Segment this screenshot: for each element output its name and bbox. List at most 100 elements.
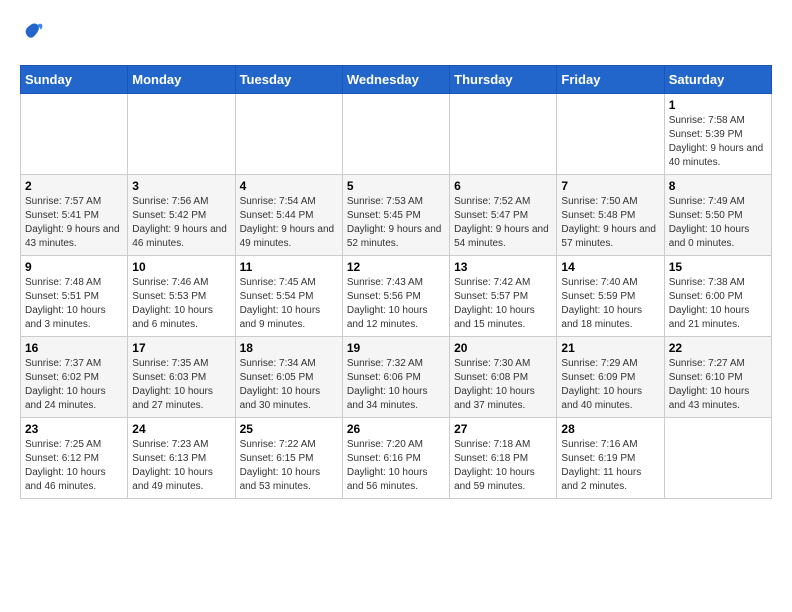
calendar-cell — [342, 94, 449, 175]
calendar-cell: 22 Sunrise: 7:27 AM Sunset: 6:10 PM Dayli… — [664, 337, 771, 418]
day-info: Sunrise: 7:38 AM Sunset: 6:00 PM Dayligh… — [669, 276, 767, 332]
calendar-cell: 14 Sunrise: 7:40 AM Sunset: 5:59 PM Dayli… — [557, 256, 664, 337]
day-number: 25 — [240, 422, 338, 436]
calendar-cell: 19 Sunrise: 7:32 AM Sunset: 6:06 PM Dayli… — [342, 337, 449, 418]
day-number: 9 — [25, 260, 123, 274]
weekday-header: Saturday — [664, 66, 771, 94]
day-number: 1 — [669, 98, 767, 112]
day-info: Sunrise: 7:49 AM Sunset: 5:50 PM Dayligh… — [669, 195, 767, 251]
day-info: Sunrise: 7:27 AM Sunset: 6:10 PM Dayligh… — [669, 357, 767, 413]
day-number: 3 — [132, 179, 230, 193]
day-info: Sunrise: 7:35 AM Sunset: 6:03 PM Dayligh… — [132, 357, 230, 413]
calendar-cell: 20Sunrise: 7:30 AM Sunset: 6:08 PM Dayli… — [450, 337, 557, 418]
weekday-header: Wednesday — [342, 66, 449, 94]
day-number: 10 — [132, 260, 230, 274]
calendar-cell: 26 Sunrise: 7:20 AM Sunset: 6:16 PM Dayli… — [342, 418, 449, 499]
day-info: Sunrise: 7:20 AM Sunset: 6:16 PM Dayligh… — [347, 438, 445, 494]
day-info: Sunrise: 7:54 AM Sunset: 5:44 PM Dayligh… — [240, 195, 338, 251]
day-info: Sunrise: 7:56 AM Sunset: 5:42 PM Dayligh… — [132, 195, 230, 251]
calendar-cell: 5 Sunrise: 7:53 AM Sunset: 5:45 PM Daylig… — [342, 175, 449, 256]
calendar-cell — [557, 94, 664, 175]
day-info: Sunrise: 7:30 AM Sunset: 6:08 PM Dayligh… — [454, 357, 552, 413]
calendar-cell — [450, 94, 557, 175]
day-info: Sunrise: 7:57 AM Sunset: 5:41 PM Dayligh… — [25, 195, 123, 251]
day-number: 21 — [561, 341, 659, 355]
day-info: Sunrise: 7:50 AM Sunset: 5:48 PM Dayligh… — [561, 195, 659, 251]
day-info: Sunrise: 7:32 AM Sunset: 6:06 PM Dayligh… — [347, 357, 445, 413]
day-info: Sunrise: 7:45 AM Sunset: 5:54 PM Dayligh… — [240, 276, 338, 332]
day-info: Sunrise: 7:53 AM Sunset: 5:45 PM Dayligh… — [347, 195, 445, 251]
day-number: 17 — [132, 341, 230, 355]
calendar-cell — [235, 94, 342, 175]
logo-icon — [20, 20, 44, 44]
calendar-header-row: SundayMondayTuesdayWednesdayThursdayFrid… — [21, 66, 772, 94]
day-number: 15 — [669, 260, 767, 274]
calendar-cell: 4 Sunrise: 7:54 AM Sunset: 5:44 PM Daylig… — [235, 175, 342, 256]
calendar-cell: 15 Sunrise: 7:38 AM Sunset: 6:00 PM Dayli… — [664, 256, 771, 337]
weekday-header: Sunday — [21, 66, 128, 94]
calendar-cell: 25Sunrise: 7:22 AM Sunset: 6:15 PM Dayli… — [235, 418, 342, 499]
day-info: Sunrise: 7:43 AM Sunset: 5:56 PM Dayligh… — [347, 276, 445, 332]
day-info: Sunrise: 7:29 AM Sunset: 6:09 PM Dayligh… — [561, 357, 659, 413]
day-number: 7 — [561, 179, 659, 193]
day-info: Sunrise: 7:25 AM Sunset: 6:12 PM Dayligh… — [25, 438, 123, 494]
logo — [20, 20, 48, 49]
calendar-cell: 17 Sunrise: 7:35 AM Sunset: 6:03 PM Dayli… — [128, 337, 235, 418]
day-number: 16 — [25, 341, 123, 355]
day-info: Sunrise: 7:18 AM Sunset: 6:18 PM Dayligh… — [454, 438, 552, 494]
weekday-header: Monday — [128, 66, 235, 94]
day-info: Sunrise: 7:42 AM Sunset: 5:57 PM Dayligh… — [454, 276, 552, 332]
day-info: Sunrise: 7:34 AM Sunset: 6:05 PM Dayligh… — [240, 357, 338, 413]
day-info: Sunrise: 7:58 AM Sunset: 5:39 PM Dayligh… — [669, 114, 767, 170]
day-info: Sunrise: 7:23 AM Sunset: 6:13 PM Dayligh… — [132, 438, 230, 494]
day-number: 27 — [454, 422, 552, 436]
day-info: Sunrise: 7:52 AM Sunset: 5:47 PM Dayligh… — [454, 195, 552, 251]
calendar-week-row: 2Sunrise: 7:57 AM Sunset: 5:41 PM Daylig… — [21, 175, 772, 256]
day-info: Sunrise: 7:37 AM Sunset: 6:02 PM Dayligh… — [25, 357, 123, 413]
calendar-cell: 24 Sunrise: 7:23 AM Sunset: 6:13 PM Dayli… — [128, 418, 235, 499]
day-info: Sunrise: 7:46 AM Sunset: 5:53 PM Dayligh… — [132, 276, 230, 332]
day-info: Sunrise: 7:16 AM Sunset: 6:19 PM Dayligh… — [561, 438, 659, 494]
day-number: 24 — [132, 422, 230, 436]
calendar-week-row: 23 Sunrise: 7:25 AM Sunset: 6:12 PM Dayli… — [21, 418, 772, 499]
day-number: 5 — [347, 179, 445, 193]
day-number: 6 — [454, 179, 552, 193]
day-number: 22 — [669, 341, 767, 355]
calendar-cell — [128, 94, 235, 175]
weekday-header: Tuesday — [235, 66, 342, 94]
calendar-cell: 2Sunrise: 7:57 AM Sunset: 5:41 PM Daylig… — [21, 175, 128, 256]
day-number: 4 — [240, 179, 338, 193]
day-number: 11 — [240, 260, 338, 274]
calendar-cell: 9 Sunrise: 7:48 AM Sunset: 5:51 PM Daylig… — [21, 256, 128, 337]
day-number: 19 — [347, 341, 445, 355]
weekday-header: Thursday — [450, 66, 557, 94]
day-number: 8 — [669, 179, 767, 193]
calendar-cell: 8 Sunrise: 7:49 AM Sunset: 5:50 PM Daylig… — [664, 175, 771, 256]
calendar-cell: 13 Sunrise: 7:42 AM Sunset: 5:57 PM Dayli… — [450, 256, 557, 337]
calendar-cell: 10 Sunrise: 7:46 AM Sunset: 5:53 PM Dayli… — [128, 256, 235, 337]
day-info: Sunrise: 7:48 AM Sunset: 5:51 PM Dayligh… — [25, 276, 123, 332]
day-number: 12 — [347, 260, 445, 274]
calendar-cell: 1 Sunrise: 7:58 AM Sunset: 5:39 PM Daylig… — [664, 94, 771, 175]
calendar-cell: 12 Sunrise: 7:43 AM Sunset: 5:56 PM Dayli… — [342, 256, 449, 337]
day-number: 26 — [347, 422, 445, 436]
calendar-cell: 28 Sunrise: 7:16 AM Sunset: 6:19 PM Dayli… — [557, 418, 664, 499]
day-number: 18 — [240, 341, 338, 355]
calendar-cell: 27 Sunrise: 7:18 AM Sunset: 6:18 PM Dayli… — [450, 418, 557, 499]
calendar-cell: 3 Sunrise: 7:56 AM Sunset: 5:42 PM Daylig… — [128, 175, 235, 256]
calendar-table: SundayMondayTuesdayWednesdayThursdayFrid… — [20, 65, 772, 499]
day-number: 23 — [25, 422, 123, 436]
weekday-header: Friday — [557, 66, 664, 94]
calendar-cell: 7 Sunrise: 7:50 AM Sunset: 5:48 PM Daylig… — [557, 175, 664, 256]
calendar-cell: 23 Sunrise: 7:25 AM Sunset: 6:12 PM Dayli… — [21, 418, 128, 499]
calendar-week-row: 16 Sunrise: 7:37 AM Sunset: 6:02 PM Dayli… — [21, 337, 772, 418]
calendar-cell: 6 Sunrise: 7:52 AM Sunset: 5:47 PM Daylig… — [450, 175, 557, 256]
day-number: 28 — [561, 422, 659, 436]
day-info: Sunrise: 7:40 AM Sunset: 5:59 PM Dayligh… — [561, 276, 659, 332]
page-header — [20, 20, 772, 49]
calendar-cell: 21 Sunrise: 7:29 AM Sunset: 6:09 PM Dayli… — [557, 337, 664, 418]
day-number: 14 — [561, 260, 659, 274]
calendar-week-row: 1 Sunrise: 7:58 AM Sunset: 5:39 PM Daylig… — [21, 94, 772, 175]
calendar-cell: 18 Sunrise: 7:34 AM Sunset: 6:05 PM Dayli… — [235, 337, 342, 418]
day-number: 13 — [454, 260, 552, 274]
